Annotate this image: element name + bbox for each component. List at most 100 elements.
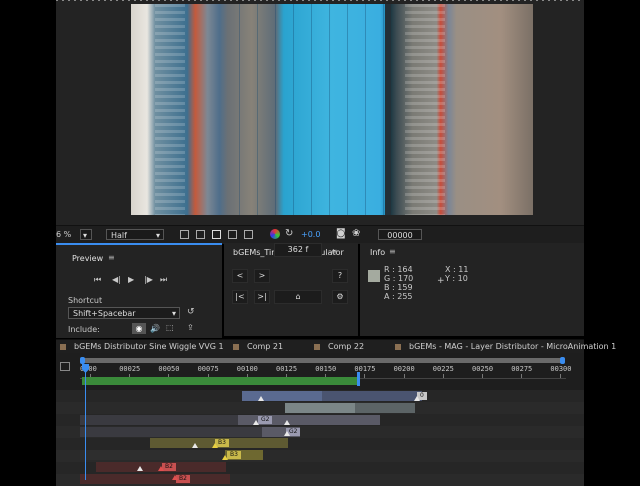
keyframe-marker[interactable] xyxy=(284,431,290,436)
keyframe-marker[interactable] xyxy=(284,420,290,425)
time-navigator[interactable] xyxy=(80,358,564,363)
comp-mini-flowchart-icon[interactable] xyxy=(60,362,70,371)
info-title: Info xyxy=(370,248,386,257)
panel-menu-icon[interactable]: ≡ xyxy=(331,247,338,256)
ruler-tick-label: 00250 xyxy=(472,365,494,373)
chevron-down-icon: ▾ xyxy=(171,309,176,318)
export-icon[interactable]: ⇪ xyxy=(187,323,194,332)
layer-row[interactable] xyxy=(56,438,584,450)
layer-bar-segment[interactable] xyxy=(285,403,355,413)
channel-icon[interactable] xyxy=(270,229,280,239)
settings-gear-icon[interactable]: ⚙ xyxy=(332,290,348,304)
include-overlays-icon[interactable]: ⬚ xyxy=(166,323,174,332)
include-video-icon[interactable]: ◉ xyxy=(132,323,146,334)
stands-right xyxy=(405,4,445,215)
info-blue: B : 159 xyxy=(384,283,413,292)
grid-guides-icon[interactable] xyxy=(244,230,253,239)
resolution-dropdown[interactable]: Half ▾ xyxy=(106,229,164,240)
ruler-tick-label: 00050 xyxy=(158,365,180,373)
show-snapshot-icon[interactable]: ❀ xyxy=(352,228,360,239)
preview-panel: Preview ≡ ⏮ ◀| ▶ |▶ ⏭ Shortcut Shift+Spa… xyxy=(56,243,222,338)
comp-icon xyxy=(60,344,66,350)
ruler-tick-label: 00275 xyxy=(511,365,533,373)
tab-comp-1[interactable]: bGEMs Distributor Sine Wiggle VVG 1 xyxy=(74,342,224,351)
exposure-value[interactable]: +0.0 xyxy=(301,230,320,239)
crosshair-icon: + xyxy=(437,276,445,286)
pool-edge xyxy=(385,4,391,215)
decrease-button[interactable]: < xyxy=(232,269,248,283)
layer-bar-segment[interactable] xyxy=(242,391,322,401)
reset-shortcut-icon[interactable]: ↺ xyxy=(187,307,195,317)
info-alpha: A : 255 xyxy=(384,292,413,301)
layer-bar[interactable] xyxy=(80,474,230,484)
increase-button[interactable]: > xyxy=(254,269,270,283)
next-frame-icon[interactable]: |▶ xyxy=(144,275,153,284)
tab-comp-22[interactable]: Comp 22 xyxy=(328,342,364,351)
last-frame-icon[interactable]: ⏭ xyxy=(160,275,167,285)
chevron-down-icon: ▾ xyxy=(155,231,160,240)
navigator-end-handle[interactable] xyxy=(560,357,565,364)
ruler-tick-label: 00125 xyxy=(276,365,298,373)
tab-comp-21[interactable]: Comp 21 xyxy=(247,342,283,351)
first-frame-icon[interactable]: ⏮ xyxy=(94,275,101,285)
zoom-value[interactable]: 6 % xyxy=(56,230,71,239)
layer-bar[interactable] xyxy=(80,427,290,437)
mask-visibility-icon[interactable] xyxy=(212,230,221,239)
work-area-bar[interactable] xyxy=(82,377,359,385)
navigator-start-handle[interactable] xyxy=(80,357,85,364)
resolution-value: Half xyxy=(111,231,127,240)
preview-title: Preview xyxy=(72,254,104,263)
ruler-tick-label: 00100 xyxy=(236,365,258,373)
keyframe-marker[interactable] xyxy=(222,455,228,460)
include-audio-icon[interactable]: 🔊 xyxy=(150,324,160,333)
info-y: Y : 10 xyxy=(445,274,468,283)
ruler-tick-label: 00200 xyxy=(393,365,415,373)
viewer-top-guide xyxy=(56,0,584,1)
layer-label: B3 xyxy=(227,451,241,459)
layer-bar[interactable] xyxy=(80,450,230,460)
reset-exposure-icon[interactable]: ↻ xyxy=(285,228,293,239)
comp-icon xyxy=(233,344,239,350)
zoom-dropdown[interactable]: ▾ xyxy=(80,229,92,240)
keyframe-marker[interactable] xyxy=(212,443,218,448)
ruler-tick-label: 00025 xyxy=(119,365,141,373)
ruler-tick-label: 00300 xyxy=(550,365,572,373)
panel-menu-icon[interactable]: ≡ xyxy=(389,247,396,256)
keyframe-marker[interactable] xyxy=(192,443,198,448)
panel-menu-icon[interactable]: ≡ xyxy=(108,253,115,262)
keyframe-marker[interactable] xyxy=(172,475,178,480)
include-label: Include: xyxy=(68,325,100,334)
play-icon[interactable]: ▶ xyxy=(128,275,134,284)
playhead-line[interactable] xyxy=(85,372,86,480)
info-green: G : 170 xyxy=(384,274,414,283)
viewer-toolbar: 6 % ▾ Half ▾ ↻ +0.0 ◙ ❀ 00000 xyxy=(56,225,584,244)
set-out-point-button[interactable]: >| xyxy=(254,290,270,304)
pool-lanes xyxy=(222,4,385,215)
keyframe-marker[interactable] xyxy=(258,396,264,401)
comp-icon xyxy=(314,344,320,350)
layer-label: B2 xyxy=(162,463,176,471)
previous-frame-icon[interactable]: ◀| xyxy=(112,275,121,284)
ruler-tick-label: 00075 xyxy=(197,365,219,373)
layer-label: B2 xyxy=(176,475,190,483)
keyframe-marker[interactable] xyxy=(253,420,259,425)
timespan-calculator-panel: bGEMs_TimespanCalculator ≡ < > 362 f ? |… xyxy=(224,243,358,336)
shortcut-dropdown[interactable]: Shift+Spacebar ▾ xyxy=(68,307,180,319)
camera-snapshot-icon[interactable]: ◙ xyxy=(336,228,346,239)
ruler-tick-label: 00225 xyxy=(432,365,454,373)
fast-previews-icon[interactable] xyxy=(180,230,189,239)
frames-field[interactable]: 362 f xyxy=(274,243,322,257)
set-in-point-button[interactable]: |< xyxy=(232,290,248,304)
work-area-end-handle[interactable] xyxy=(357,372,360,386)
transparency-grid-icon[interactable] xyxy=(196,230,205,239)
timecode-field[interactable]: 00000 xyxy=(378,229,422,240)
help-button[interactable]: ? xyxy=(332,269,348,283)
tab-layer-distributor[interactable]: bGEMs - MAG - Layer Distributor - MicroA… xyxy=(409,342,616,351)
timeline-tabs: bGEMs Distributor Sine Wiggle VVG 1 Comp… xyxy=(56,339,616,354)
keyframe-marker[interactable] xyxy=(158,466,164,471)
keyframe-marker[interactable] xyxy=(414,396,420,401)
region-of-interest-icon[interactable] xyxy=(228,230,237,239)
home-button[interactable]: ⌂ xyxy=(274,290,322,304)
comp-icon xyxy=(395,344,401,350)
keyframe-marker[interactable] xyxy=(137,466,143,471)
